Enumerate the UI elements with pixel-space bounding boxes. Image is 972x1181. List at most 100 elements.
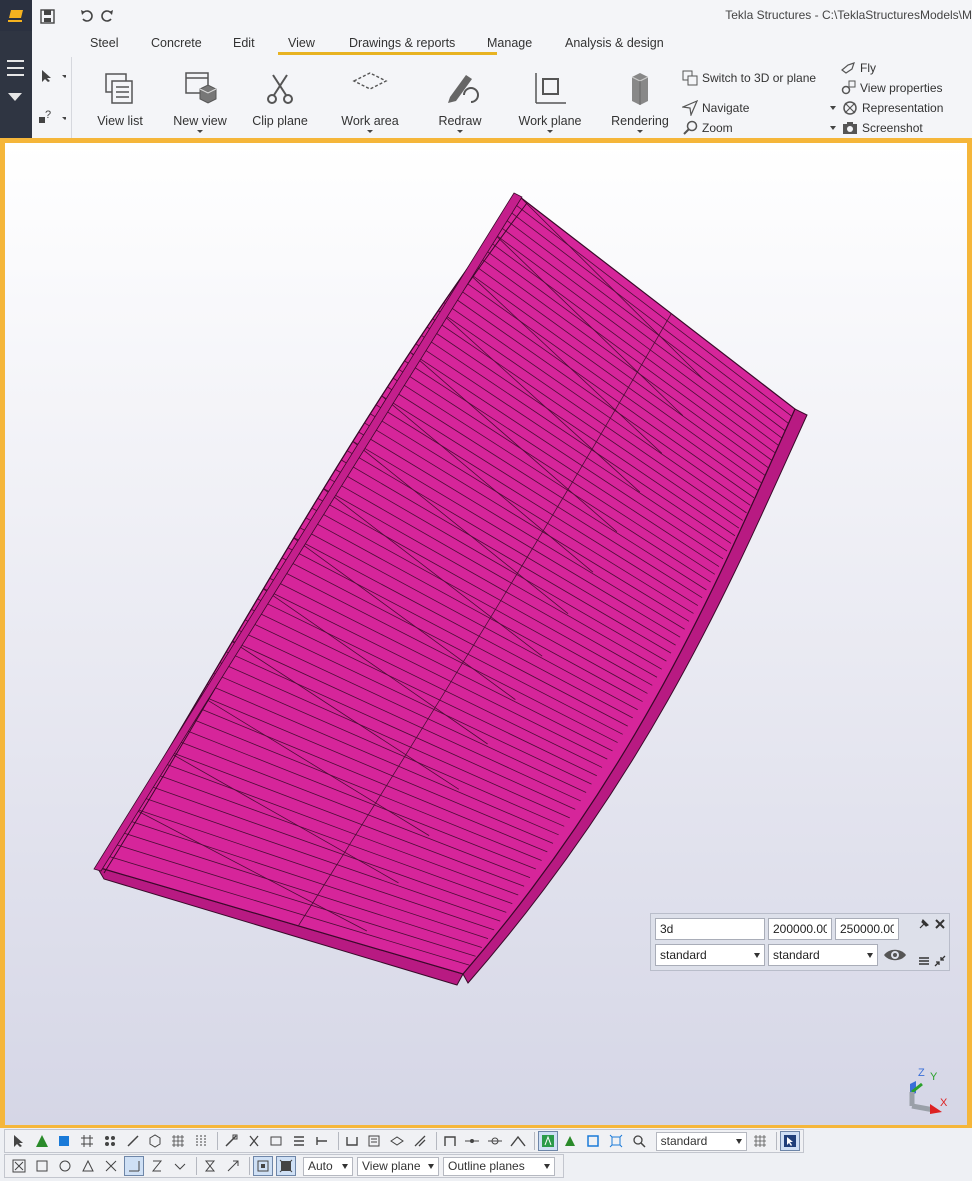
snap-cut-icon[interactable] — [244, 1131, 264, 1151]
snap-geometry-icon[interactable] — [537, 1131, 558, 1151]
snap-layer-icon[interactable] — [387, 1131, 407, 1151]
tab-analysis-design[interactable]: Analysis & design — [565, 36, 664, 50]
snap-measure-icon[interactable] — [312, 1131, 332, 1151]
rendering-button[interactable]: Rendering — [608, 57, 672, 138]
snap-perpendicular-icon[interactable] — [440, 1131, 460, 1151]
tab-edit[interactable]: Edit — [233, 36, 255, 50]
representation-button[interactable]: Representation — [830, 99, 943, 117]
rectangle-icon[interactable] — [32, 1156, 52, 1176]
clip-plane-button[interactable]: Clip plane — [250, 57, 310, 138]
select-pointer-icon[interactable] — [40, 69, 68, 86]
work-area-dropdown-icon[interactable] — [367, 130, 373, 133]
tab-drawings-reports[interactable]: Drawings & reports — [349, 36, 455, 50]
zoom-button[interactable]: Zoom — [682, 119, 733, 137]
smart-select-icon[interactable] — [780, 1131, 801, 1151]
circle-icon[interactable] — [55, 1156, 75, 1176]
work-plane-label: Work plane — [518, 114, 582, 128]
sort-icon[interactable] — [147, 1156, 167, 1176]
new-view-button[interactable]: New view — [170, 57, 230, 138]
snap-override-icon[interactable] — [9, 1156, 29, 1176]
hourglass-icon[interactable] — [200, 1156, 220, 1176]
work-plane-button[interactable]: Work plane — [516, 57, 584, 138]
select-parts-icon[interactable] — [32, 1131, 52, 1151]
undo-icon[interactable] — [78, 7, 96, 25]
plane-mode-select[interactable]: View plane — [357, 1156, 439, 1176]
snap-list-icon[interactable] — [289, 1131, 309, 1151]
redraw-dropdown-icon[interactable] — [457, 130, 463, 133]
redraw-button[interactable]: Redraw — [430, 57, 490, 138]
tab-concrete[interactable]: Concrete — [151, 36, 202, 50]
view-name-field[interactable] — [655, 918, 765, 940]
snap-angle-icon[interactable] — [410, 1131, 430, 1151]
selection-filter-select[interactable]: standard — [655, 1131, 747, 1151]
bridge-deck-model[interactable] — [5, 143, 967, 1125]
snap-end-icon[interactable] — [342, 1131, 362, 1151]
view-properties-select[interactable]: standard — [655, 944, 765, 966]
select-all-icon[interactable] — [9, 1131, 29, 1151]
snap-point-icon[interactable] — [253, 1156, 273, 1176]
pin-icon[interactable] — [917, 917, 931, 931]
fly-button[interactable]: Fly — [840, 59, 876, 77]
view-list-button[interactable]: View list — [92, 57, 148, 138]
screenshot-dropdown-icon[interactable] — [830, 126, 836, 130]
view-range-field[interactable] — [835, 918, 899, 940]
snap-help-icon[interactable]: ? — [38, 109, 68, 128]
select-points-icon[interactable] — [100, 1131, 120, 1151]
new-view-dropdown-icon[interactable] — [197, 130, 203, 133]
tab-view[interactable]: View — [288, 36, 315, 50]
snap-zone-icon[interactable] — [276, 1156, 296, 1176]
snap-reference-icon[interactable] — [221, 1131, 241, 1151]
hamburger-menu-icon[interactable] — [7, 60, 24, 81]
outline-mode-select[interactable]: Outline planes — [443, 1156, 555, 1176]
rendering-dropdown-icon[interactable] — [637, 130, 643, 133]
select-reinforcement-icon[interactable] — [168, 1131, 188, 1151]
snap-line-point-icon[interactable] — [463, 1131, 483, 1151]
redo-icon[interactable] — [98, 7, 116, 25]
snap-mode-select[interactable]: Auto — [303, 1156, 353, 1176]
cross-icon[interactable] — [101, 1156, 121, 1176]
snap-free-icon[interactable] — [583, 1131, 603, 1151]
view-filter-value: standard — [773, 948, 820, 962]
ortho-icon[interactable] — [124, 1156, 144, 1176]
snap-center-icon[interactable] — [364, 1131, 384, 1151]
view-filter-select[interactable]: standard — [768, 944, 878, 966]
close-icon[interactable] — [933, 917, 947, 931]
snap-zoom-icon[interactable] — [629, 1131, 649, 1151]
collapse-icon[interactable] — [933, 954, 947, 968]
switch-3d-plane-button[interactable]: Switch to 3D or plane — [682, 69, 816, 87]
work-area-button[interactable]: Work area — [337, 57, 403, 138]
side-panel-expand-icon[interactable] — [8, 93, 22, 101]
select-welds-icon[interactable] — [191, 1131, 211, 1151]
representation-dropdown-icon[interactable] — [830, 106, 836, 110]
new-view-icon — [185, 72, 217, 104]
tab-steel[interactable]: Steel — [90, 36, 119, 50]
snap-arc-icon[interactable] — [508, 1131, 528, 1151]
tab-manage[interactable]: Manage — [487, 36, 532, 50]
select-lines-icon[interactable] — [123, 1131, 143, 1151]
work-plane-dropdown-icon[interactable] — [547, 130, 553, 133]
select-grid-icon[interactable] — [77, 1131, 97, 1151]
view-depth-field[interactable] — [768, 918, 832, 940]
snap-nearest-icon[interactable] — [561, 1131, 581, 1151]
save-icon[interactable] — [38, 7, 56, 25]
screenshot-button[interactable]: Screenshot — [830, 119, 923, 137]
navigate-button[interactable]: Navigate — [682, 99, 749, 117]
select-assemblies-icon[interactable] — [146, 1131, 166, 1151]
toolbar-separator — [435, 1132, 437, 1150]
selection-filter-icon[interactable] — [751, 1131, 771, 1151]
view-properties-button[interactable]: View properties — [840, 79, 943, 97]
snap-box-icon[interactable] — [266, 1131, 286, 1151]
select-objects-icon[interactable] — [55, 1131, 75, 1151]
zoom-icon — [682, 120, 698, 136]
snap-extension-icon[interactable] — [606, 1131, 626, 1151]
triangle-icon[interactable] — [78, 1156, 98, 1176]
snap-midpoint-icon[interactable] — [485, 1131, 505, 1151]
toolbar-separator — [533, 1132, 535, 1150]
direction-icon[interactable] — [223, 1156, 243, 1176]
eye-icon[interactable] — [883, 944, 907, 966]
chevron-icon[interactable] — [170, 1156, 190, 1176]
list-icon[interactable] — [917, 954, 931, 968]
plane-mode-value: View plane — [362, 1159, 421, 1173]
model-viewport[interactable]: Z Y X — [5, 143, 967, 1125]
logo-icon[interactable] — [0, 0, 32, 31]
